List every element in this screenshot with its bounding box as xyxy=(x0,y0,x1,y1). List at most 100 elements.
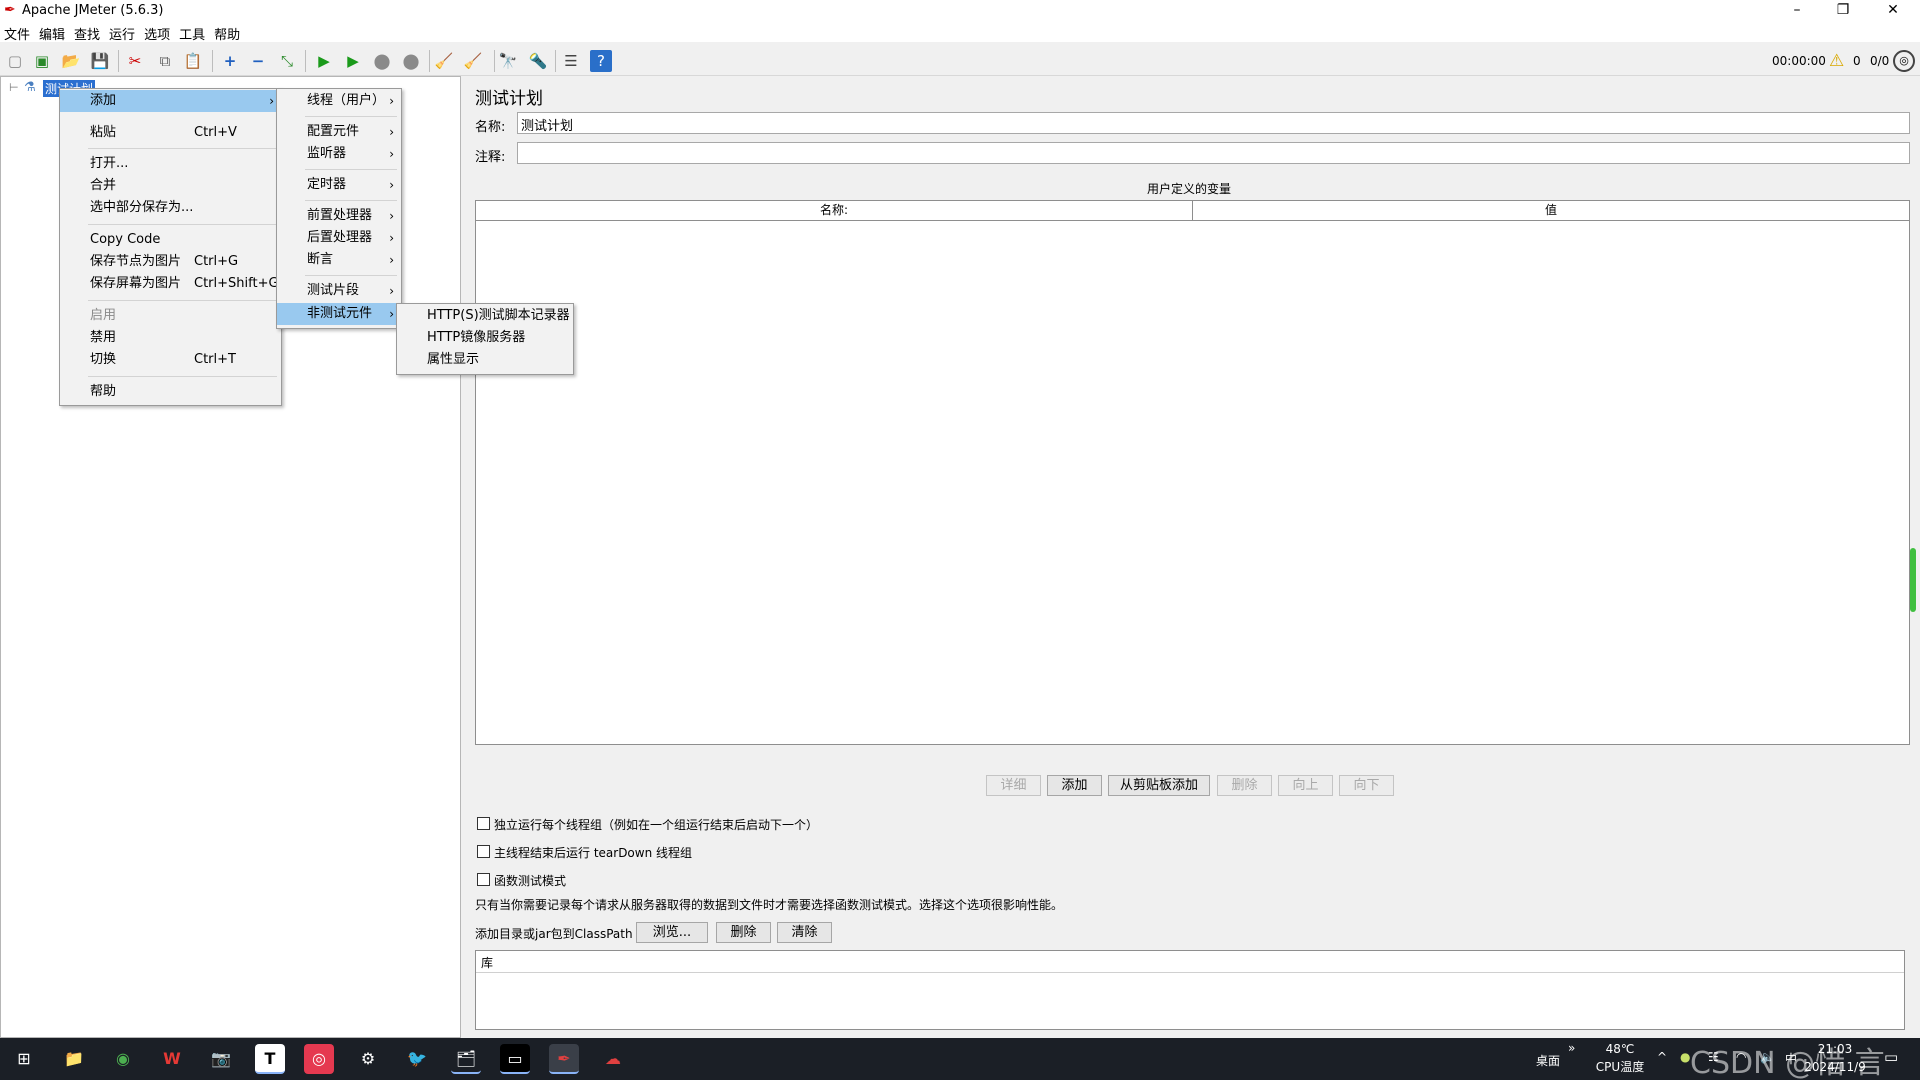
library-table[interactable]: 库 xyxy=(475,950,1905,1030)
browser-icon[interactable]: ◉ xyxy=(108,1044,138,1074)
submenu-listeners[interactable]: 监听器 › xyxy=(277,143,401,165)
netease-music-icon[interactable]: ◎ xyxy=(304,1044,334,1074)
library-header[interactable]: 库 xyxy=(476,951,1904,973)
col-name-header[interactable]: 名称: xyxy=(476,201,1193,221)
minimize-button[interactable]: – xyxy=(1774,0,1820,22)
menu-options[interactable]: 选项 xyxy=(140,22,175,43)
add-from-clipboard-button[interactable]: 从剪贴板添加 xyxy=(1108,775,1210,796)
menu-item-merge[interactable]: 合并 xyxy=(60,175,281,197)
open-icon[interactable]: 📂 xyxy=(60,50,82,72)
menu-item-toggle[interactable]: 切换 Ctrl+T xyxy=(60,349,281,371)
menu-item-save-node-image[interactable]: 保存节点为图片 Ctrl+G xyxy=(60,251,281,273)
menu-file[interactable]: 文件 xyxy=(0,22,35,43)
submenu-assertions[interactable]: 断言 › xyxy=(277,249,401,271)
terminal-icon[interactable]: ▭ xyxy=(500,1044,530,1074)
menu-item-open-label: 打开... xyxy=(90,156,129,171)
add-button[interactable]: 添加 xyxy=(1047,775,1102,796)
tree-handle-icon[interactable]: ⊢ xyxy=(9,81,19,94)
item-property-display[interactable]: 属性显示 xyxy=(397,349,573,371)
submenu-non-test-elements[interactable]: 非测试元件 › xyxy=(277,303,401,325)
function-helper-icon[interactable]: ☰ xyxy=(560,50,582,72)
expand-icon[interactable]: + xyxy=(219,50,241,72)
menu-item-save-screen-image[interactable]: 保存屏幕为图片 Ctrl+Shift+G xyxy=(60,273,281,295)
user-vars-table[interactable]: 名称: 值 xyxy=(475,200,1910,745)
jmeter-taskbar-icon[interactable]: ✒ xyxy=(549,1044,579,1074)
notification-icon[interactable]: ▭ xyxy=(1884,1048,1898,1066)
menu-item-toggle-shortcut: Ctrl+T xyxy=(194,352,236,367)
menu-item-disable[interactable]: 禁用 xyxy=(60,327,281,349)
reset-search-icon[interactable]: 🔦 xyxy=(527,50,549,72)
clear-icon[interactable]: 🧹 xyxy=(433,50,455,72)
tray-up-icon[interactable]: ^ xyxy=(1657,1050,1667,1064)
classpath-delete-button[interactable]: 删除 xyxy=(716,922,771,943)
submenu-timers[interactable]: 定时器 › xyxy=(277,174,401,196)
submenu-config-elements[interactable]: 配置元件 › xyxy=(277,121,401,143)
serial-threadgroups-checkbox[interactable] xyxy=(477,817,490,830)
collapse-icon[interactable]: − xyxy=(247,50,269,72)
app-folder-icon[interactable]: 🗂 xyxy=(451,1044,481,1074)
menu-item-paste[interactable]: 粘贴 Ctrl+V xyxy=(60,122,281,144)
functional-mode-checkbox[interactable] xyxy=(477,873,490,886)
elapsed-timer: 00:00:00 xyxy=(1772,54,1826,68)
up-button[interactable]: 向上 xyxy=(1278,775,1333,796)
windows-start-icon[interactable]: ⊞ xyxy=(9,1044,39,1074)
submenu-test-fragment[interactable]: 测试片段 › xyxy=(277,280,401,302)
col-value-header[interactable]: 值 xyxy=(1193,201,1909,221)
new-icon[interactable]: ▢ xyxy=(4,50,26,72)
menu-help[interactable]: 帮助 xyxy=(210,22,245,43)
item-http-mirror-server[interactable]: HTTP镜像服务器 xyxy=(397,327,573,349)
search-binoculars-icon[interactable]: 🔭 xyxy=(497,50,519,72)
menu-edit[interactable]: 编辑 xyxy=(35,22,70,43)
submenu-post-processors[interactable]: 后置处理器 › xyxy=(277,227,401,249)
submenu-threads[interactable]: 线程（用户） › xyxy=(277,90,401,112)
down-button[interactable]: 向下 xyxy=(1339,775,1394,796)
menu-run[interactable]: 运行 xyxy=(105,22,140,43)
menu-tools[interactable]: 工具 xyxy=(175,22,210,43)
chevron-right-icon: › xyxy=(389,94,394,108)
submenu-pre-processors[interactable]: 前置处理器 › xyxy=(277,205,401,227)
toggle-icon[interactable]: ⤡ xyxy=(276,50,298,72)
teardown-label: 主线程结束后运行 tearDown 线程组 xyxy=(494,846,693,860)
menu-item-save-selection[interactable]: 选中部分保存为... xyxy=(60,197,281,219)
app-bird-icon[interactable]: 🐦 xyxy=(402,1044,432,1074)
templates-icon[interactable]: ▣ xyxy=(31,50,53,72)
browse-button[interactable]: 浏览... xyxy=(636,922,708,943)
tray-app-icon[interactable]: ● xyxy=(1680,1050,1690,1064)
desktop-toolbar[interactable]: 桌面 xyxy=(1536,1052,1560,1069)
stop-icon[interactable]: ⬤ xyxy=(371,50,393,72)
copy-icon[interactable]: ⧉ xyxy=(154,50,176,72)
menu-item-help[interactable]: 帮助 xyxy=(60,381,281,403)
menu-item-enable[interactable]: 启用 xyxy=(60,305,281,327)
file-explorer-icon[interactable]: 📁 xyxy=(59,1044,89,1074)
maximize-button[interactable]: ❐ xyxy=(1820,0,1866,22)
paste-icon[interactable]: 📋 xyxy=(182,50,204,72)
settings-gear-icon[interactable]: ⚙ xyxy=(353,1044,383,1074)
clear-all-icon[interactable]: 🧹 xyxy=(462,50,484,72)
start-icon[interactable]: ▶ xyxy=(313,50,335,72)
camera-icon[interactable]: 📷 xyxy=(206,1044,236,1074)
item-https-recorder[interactable]: HTTP(S)测试脚本记录器 xyxy=(397,305,573,327)
side-scroll-indicator[interactable] xyxy=(1910,548,1916,612)
close-button[interactable]: ✕ xyxy=(1870,0,1916,22)
app-chat-icon[interactable]: ☁ xyxy=(598,1044,628,1074)
shutdown-icon[interactable]: ⬤ xyxy=(400,50,422,72)
menu-search[interactable]: 查找 xyxy=(70,22,105,43)
menu-item-open[interactable]: 打开... xyxy=(60,153,281,175)
warning-icon[interactable]: ⚠ xyxy=(1829,51,1844,71)
delete-button[interactable]: 删除 xyxy=(1217,775,1272,796)
typora-icon[interactable]: T xyxy=(255,1044,285,1074)
classpath-clear-button[interactable]: 清除 xyxy=(777,922,832,943)
save-icon[interactable]: 💾 xyxy=(89,50,111,72)
wps-icon[interactable]: W xyxy=(157,1044,187,1074)
teardown-checkbox[interactable] xyxy=(477,845,490,858)
item-http-mirror-label: HTTP镜像服务器 xyxy=(427,330,526,345)
menu-item-add[interactable]: 添加 › xyxy=(60,90,281,112)
start-no-pauses-icon[interactable]: ▶ xyxy=(342,50,364,72)
menu-item-copy-code[interactable]: Copy Code xyxy=(60,229,281,251)
detail-button[interactable]: 详细 xyxy=(986,775,1041,796)
name-input[interactable]: 测试计划 xyxy=(517,112,1910,134)
chevron-double-icon[interactable]: » xyxy=(1568,1041,1575,1055)
comment-input[interactable] xyxy=(517,142,1910,164)
cut-icon[interactable]: ✂ xyxy=(124,50,146,72)
help-icon[interactable]: ? xyxy=(590,50,612,72)
